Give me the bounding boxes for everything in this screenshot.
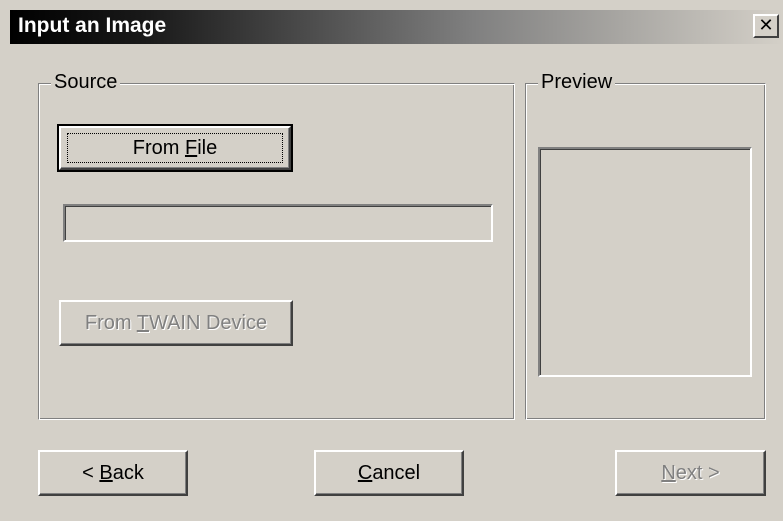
- focus-rectangle: [67, 133, 283, 163]
- dialog-window: Input an Image ✕ Source From File From T…: [0, 0, 783, 521]
- close-icon: ✕: [758, 15, 774, 35]
- from-file-button[interactable]: From File: [57, 124, 293, 172]
- from-twain-label: From TWAIN Device: [84, 311, 268, 334]
- close-button[interactable]: ✕: [753, 14, 779, 38]
- cancel-label: Cancel: [357, 461, 421, 484]
- back-button[interactable]: < Back: [38, 450, 188, 496]
- next-button: Next >: [615, 450, 766, 496]
- preview-image-area: [538, 147, 752, 377]
- source-group: Source From File From TWAIN Device: [38, 71, 515, 420]
- from-twain-device-button: From TWAIN Device: [59, 300, 293, 346]
- source-group-label: Source: [51, 71, 121, 94]
- window-title: Input an Image: [18, 14, 167, 37]
- file-path-field[interactable]: [63, 204, 493, 242]
- preview-group: Preview: [525, 71, 766, 420]
- next-label: Next >: [661, 461, 720, 484]
- back-label: < Back: [82, 461, 144, 484]
- preview-group-label: Preview: [538, 71, 616, 94]
- cancel-button[interactable]: Cancel: [314, 450, 464, 496]
- title-bar[interactable]: Input an Image ✕: [10, 10, 783, 44]
